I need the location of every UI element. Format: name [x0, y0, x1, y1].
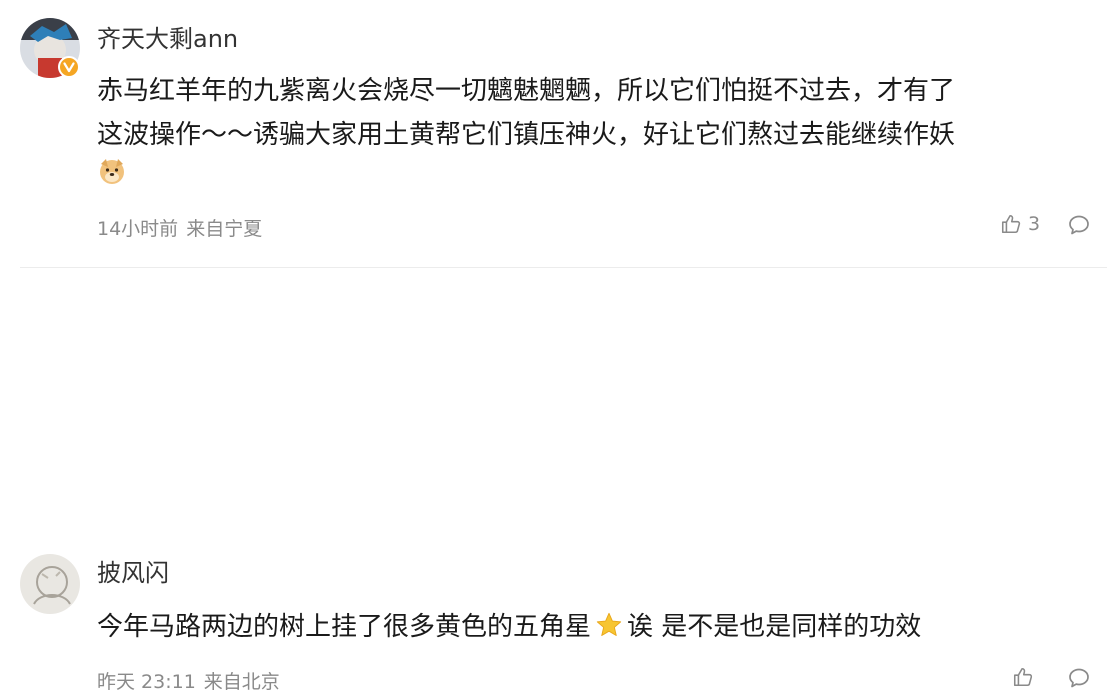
comment-text-line: 今年马路两边的树上挂了很多黄色的五角星 诶 是不是也是同样的功效 [97, 605, 1087, 649]
star-emoji [596, 612, 622, 636]
timestamp: 14小时前 [97, 218, 179, 240]
location: 来自北京 [203, 671, 280, 693]
comment-item: 齐天大剩ann 赤马红羊年的九紫离火会烧尽一切魑魅魍魉，所以它们怕挺不过去，才有… [0, 0, 1107, 268]
comment-bubble-icon [1069, 215, 1089, 235]
thumbs-up-icon [1013, 667, 1033, 687]
comment-text-line: 赤马红羊年的九紫离火会烧尽一切魑魅魍魉，所以它们怕挺不过去，才有了 [97, 76, 956, 106]
verified-badge-icon [58, 56, 80, 78]
avatar[interactable] [20, 554, 80, 614]
comment-bubble-icon [1069, 668, 1089, 688]
username[interactable]: 披风闪 [97, 561, 169, 585]
reply-button[interactable] [1067, 666, 1091, 694]
like-button[interactable]: 3 [1000, 213, 1040, 235]
comment-meta: 昨天 23:11 来自北京 [97, 667, 280, 694]
comment-meta: 14小时前 来自宁夏 [97, 214, 262, 241]
comment-text: 诶 是不是也是同样的功效 [627, 612, 922, 642]
comment-item: 披风闪 今年马路两边的树上挂了很多黄色的五角星 诶 是不是也是同样的功效 昨天 2… [0, 268, 1107, 693]
comment-text-line: 这波操作～～诱骗大家用土黄帮它们镇压神火，好让它们熬过去能继续作妖 [97, 120, 956, 150]
location: 来自宁夏 [186, 218, 263, 240]
like-count: 3 [1028, 213, 1041, 235]
timestamp: 昨天 23:11 [97, 671, 196, 693]
username[interactable]: 齐天大剩ann [97, 27, 238, 51]
reply-button[interactable] [1067, 213, 1091, 241]
comment-text: 今年马路两边的树上挂了很多黄色的五角星 [97, 612, 592, 642]
like-button[interactable] [1012, 666, 1034, 688]
thumbs-up-icon [1001, 214, 1021, 234]
doge-emoji [97, 156, 127, 190]
